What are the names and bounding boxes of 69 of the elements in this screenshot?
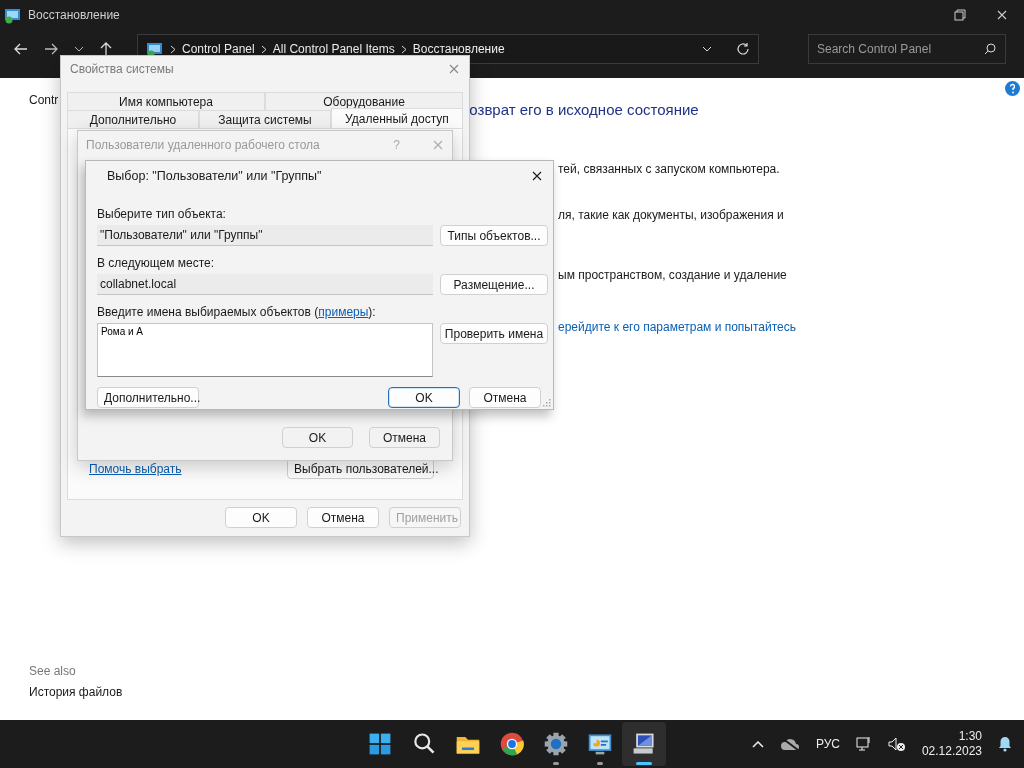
refresh-icon[interactable] bbox=[736, 42, 750, 56]
control-panel-icon bbox=[4, 6, 22, 24]
paragraph: ым пространством, создание и удаление bbox=[558, 267, 788, 283]
locations-button[interactable]: Размещение... bbox=[440, 274, 548, 295]
network-icon[interactable] bbox=[855, 736, 872, 752]
object-types-button[interactable]: Типы объектов... bbox=[440, 225, 548, 246]
dialog-button[interactable]: Отмена bbox=[307, 507, 379, 528]
tab[interactable]: Оборудование bbox=[265, 92, 463, 110]
advanced-button[interactable]: Дополнительно... bbox=[97, 387, 199, 408]
section-label: See also bbox=[29, 664, 77, 678]
check-names-button[interactable]: Проверить имена bbox=[440, 323, 548, 344]
breadcrumb-item[interactable]: All Control Panel Items bbox=[272, 42, 395, 56]
object-type-field: "Пользователи" или "Группы" bbox=[97, 225, 433, 246]
gear-icon[interactable] bbox=[543, 731, 569, 757]
names-field[interactable]: Рома и А bbox=[97, 323, 433, 377]
speaker-muted-icon[interactable] bbox=[887, 736, 906, 752]
cloud-off-icon[interactable] bbox=[779, 737, 800, 751]
search-icon[interactable] bbox=[984, 43, 996, 55]
clock-date: 02.12.2023 bbox=[921, 744, 982, 759]
search-field[interactable]: Search Control Panel bbox=[808, 34, 1006, 64]
location-field: collabnet.local bbox=[97, 274, 433, 295]
start-button-icon[interactable] bbox=[367, 731, 393, 757]
nav-link[interactable]: Contr bbox=[29, 93, 59, 107]
tab[interactable]: Имя компьютера bbox=[67, 92, 265, 110]
dialog-button[interactable]: OK bbox=[225, 507, 297, 528]
window-title: Восстановление bbox=[28, 8, 120, 22]
paragraph: тей, связанных с запуском компьютера. bbox=[558, 161, 781, 177]
resize-grip-icon[interactable] bbox=[543, 399, 551, 407]
chevron-right-icon bbox=[400, 44, 407, 54]
field-label: Выберите тип объекта: bbox=[97, 207, 227, 221]
tab[interactable]: Защита системы bbox=[199, 110, 331, 128]
chevron-down-icon[interactable] bbox=[702, 46, 712, 52]
paragraph: ля, такие как документы, изображения и bbox=[558, 207, 785, 223]
tab[interactable]: Дополнительно bbox=[67, 110, 199, 128]
language-indicator[interactable]: РУС bbox=[815, 737, 840, 751]
link[interactable]: ерейдите к его параметрам и попытайтесь bbox=[558, 319, 1024, 335]
field-label: Введите имена выбираемых объектов (примеры): bbox=[97, 305, 377, 319]
page-heading: озврат его в исходное состояние bbox=[469, 101, 699, 118]
browser-icon[interactable] bbox=[499, 731, 525, 757]
chevron-right-icon bbox=[260, 44, 267, 54]
dialog-title: Выбор: "Пользователи" или "Группы" bbox=[107, 169, 322, 183]
dialog-button[interactable]: Отмена bbox=[369, 427, 440, 448]
dialog-button[interactable]: OK bbox=[388, 387, 460, 408]
dialog-title: Пользователи удаленного рабочего стола bbox=[86, 137, 320, 152]
clock-time: 1:30 bbox=[958, 729, 982, 744]
restore-icon[interactable] bbox=[954, 9, 966, 21]
chevron-down-icon[interactable] bbox=[74, 46, 84, 52]
close-icon[interactable] bbox=[531, 170, 543, 182]
control-panel-icon[interactable] bbox=[587, 731, 613, 757]
clock[interactable]: 1:30 02.12.2023 bbox=[921, 729, 982, 759]
tab[interactable]: Удаленный доступ bbox=[331, 108, 463, 128]
chevron-right-icon bbox=[170, 44, 176, 54]
bell-icon[interactable] bbox=[998, 736, 1012, 752]
breadcrumb-item[interactable]: Восстановление bbox=[412, 42, 505, 56]
active-app-highlight[interactable] bbox=[622, 722, 666, 766]
dialog-title: Свойства системы bbox=[70, 62, 174, 76]
examples-link[interactable]: примеры bbox=[318, 305, 369, 319]
breadcrumb-item[interactable]: Control Panel bbox=[182, 42, 255, 56]
help-link[interactable]: Помочь выбрать bbox=[89, 461, 182, 476]
see-also-link[interactable]: История файлов bbox=[29, 685, 1024, 699]
chevron-up-icon[interactable] bbox=[751, 740, 764, 748]
dialog-button[interactable]: Отмена bbox=[469, 387, 541, 408]
back-arrow-icon[interactable] bbox=[14, 43, 28, 55]
help-icon[interactable] bbox=[1005, 81, 1020, 96]
forward-arrow-icon[interactable] bbox=[44, 43, 58, 55]
up-arrow-icon[interactable] bbox=[100, 42, 112, 56]
computer-icon[interactable] bbox=[631, 731, 657, 757]
dialog-button[interactable]: OK bbox=[282, 427, 353, 448]
field-label: В следующем месте: bbox=[97, 256, 216, 270]
